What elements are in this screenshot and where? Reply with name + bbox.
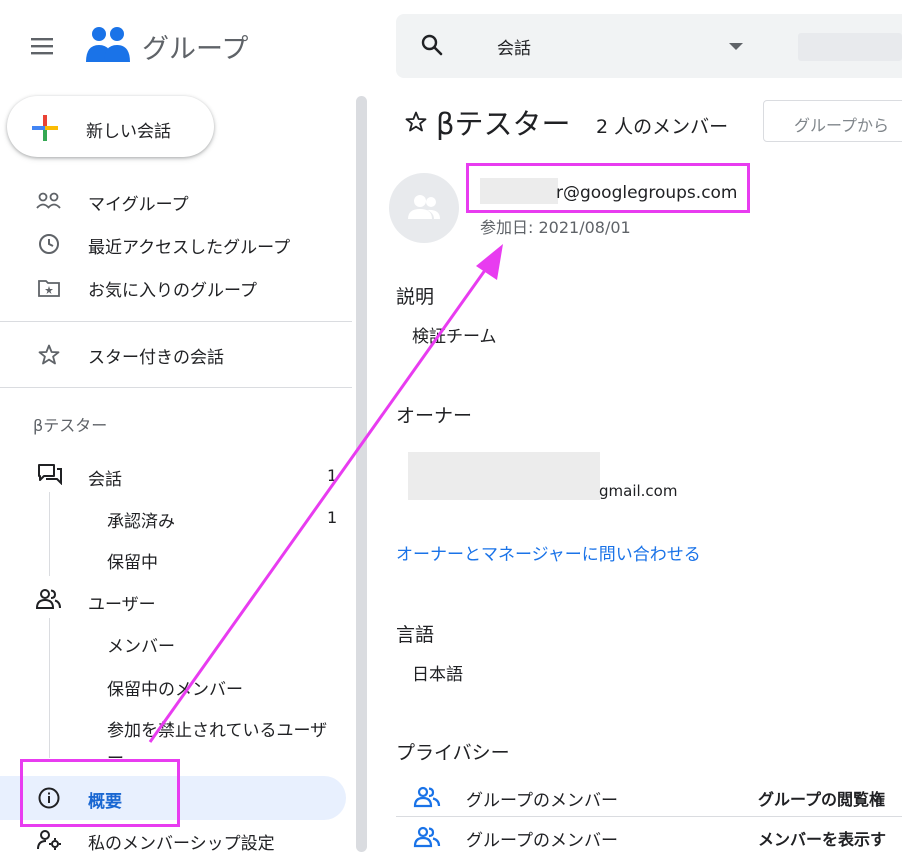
annotation-arrow [148,244,503,743]
